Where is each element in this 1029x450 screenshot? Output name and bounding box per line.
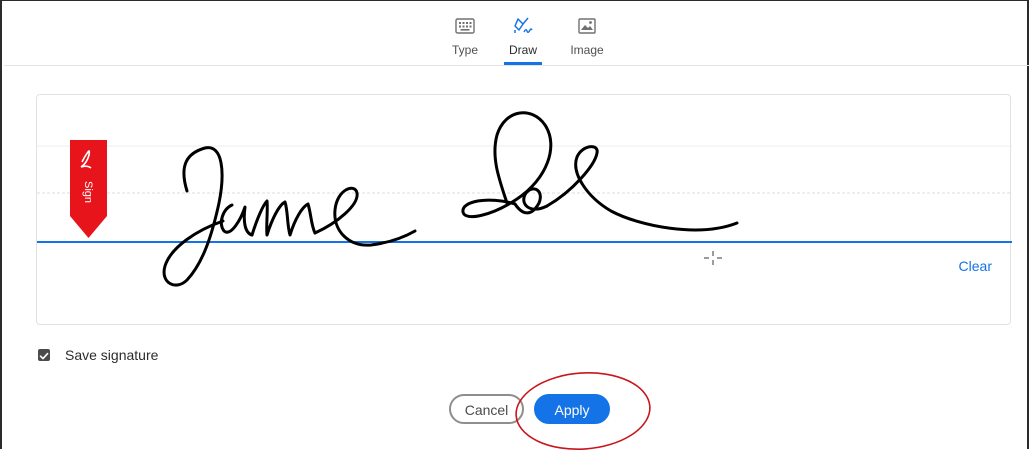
signature-mode-tabs: Type Draw Image xyxy=(4,1,1029,66)
sign-here-badge: Sign xyxy=(70,140,107,238)
tab-type-label: Type xyxy=(451,43,478,57)
tab-image-label: Image xyxy=(570,43,604,57)
crosshair-cursor-icon xyxy=(704,251,722,265)
save-signature-checkbox[interactable] xyxy=(38,349,50,361)
tab-draw-label: Draw xyxy=(508,43,537,57)
sign-badge-text: Sign xyxy=(82,181,94,203)
tab-type[interactable]: Type xyxy=(435,15,495,65)
handwritten-signature xyxy=(162,111,739,287)
cancel-button[interactable]: Cancel xyxy=(449,394,524,424)
signature-canvas[interactable]: Sign xyxy=(37,95,1012,326)
keyboard-icon xyxy=(455,18,475,34)
tab-image[interactable]: Image xyxy=(557,15,617,65)
apply-button[interactable]: Apply xyxy=(534,394,610,424)
signature-draw-area[interactable]: Sign Clear xyxy=(36,94,1012,326)
active-tab-indicator xyxy=(504,62,542,65)
checkmark-icon xyxy=(39,352,49,360)
pen-draw-icon xyxy=(514,17,533,33)
save-signature-label: Save signature xyxy=(65,347,159,363)
image-icon xyxy=(578,18,596,34)
tab-draw[interactable]: Draw xyxy=(493,15,553,65)
signature-dialog: Type Draw Image Sign Clear Save signatur… xyxy=(0,0,1029,450)
clear-signature-link[interactable]: Clear xyxy=(959,258,992,274)
